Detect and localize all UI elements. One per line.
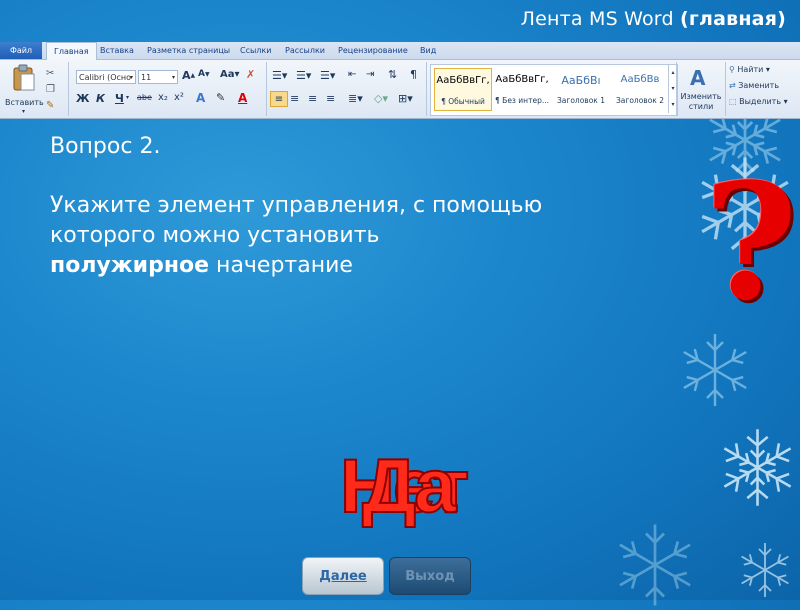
tab-file[interactable]: Файл <box>0 42 42 59</box>
tab-view[interactable]: Вид <box>420 42 436 59</box>
tab-mailings[interactable]: Рассылки <box>285 42 325 59</box>
cut-icon[interactable]: ✂ <box>46 68 54 79</box>
copy-icon[interactable]: ❐ <box>46 84 55 95</box>
change-styles-group: A Изменить стили <box>676 62 726 116</box>
style-name: ¶ Без интер... <box>495 96 549 105</box>
answer-yes: Да <box>361 444 457 529</box>
highlight-icon[interactable]: ✎ <box>216 91 225 104</box>
next-button[interactable]: Далее <box>302 557 384 595</box>
justify-icon[interactable]: ≡ <box>326 92 335 105</box>
font-name-combo[interactable]: Calibri (Осно ▾ <box>76 70 136 84</box>
align-center-icon[interactable]: ≡ <box>290 92 299 105</box>
decrease-indent-icon[interactable]: ⇤ <box>348 69 356 80</box>
tab-page-layout[interactable]: Разметка страницы <box>147 42 230 59</box>
style-name: Заголовок 1 <box>556 96 605 105</box>
editing-group: ⚲ Найти ▾ ⇄ Заменить ⬚ Выделить ▾ <box>726 62 800 116</box>
styles-gallery: АаБбВвГг, ¶ Обычный АаБбВвГг, ¶ Без инте… <box>430 64 678 116</box>
tab-insert[interactable]: Вставка <box>100 42 134 59</box>
replace-icon: ⇄ <box>729 81 736 90</box>
style-heading-2[interactable]: АаБбВв Заголовок 2 <box>611 68 669 111</box>
question-rest: начертание <box>209 253 353 278</box>
question-bold-word: полужирное <box>50 253 210 278</box>
snowflake-icon <box>737 543 793 598</box>
underline-button[interactable]: Ч <box>115 92 124 105</box>
grow-font-icon[interactable]: A ▲ <box>182 69 195 82</box>
multilevel-list-icon[interactable]: ☰▾ <box>320 69 335 82</box>
answer-feedback: Нет Да <box>339 444 470 529</box>
change-case-icon[interactable]: Aa▾ <box>220 69 240 80</box>
superscript-button[interactable]: x² <box>174 92 184 103</box>
text-effects-icon[interactable]: A <box>196 91 205 105</box>
style-name: ¶ Обычный <box>441 97 485 106</box>
style-no-spacing[interactable]: АаБбВвГг, ¶ Без интер... <box>493 68 551 111</box>
font-name-value: Calibri (Осно <box>79 73 132 82</box>
align-left-icon[interactable]: ≡ <box>270 91 288 107</box>
slide-title: Лента MS Word (главная) <box>521 8 786 30</box>
italic-button[interactable]: К <box>96 92 105 105</box>
chevron-down-icon: ▾ <box>129 74 133 81</box>
style-name: Заголовок 2 <box>615 96 664 105</box>
format-painter-icon[interactable]: ✎ <box>46 100 54 111</box>
paste-dropdown-icon[interactable]: ▾ <box>22 108 25 115</box>
clear-format-icon[interactable]: ✗ <box>246 68 255 81</box>
style-normal[interactable]: АаБбВвГг, ¶ Обычный <box>434 68 492 111</box>
tab-references[interactable]: Ссылки <box>240 42 271 59</box>
subscript-button[interactable]: x₂ <box>158 92 168 103</box>
style-sample: АаБбВв <box>620 74 660 85</box>
paragraph-group: ☰▾ ☰▾ ☰▾ ⇤ ⇥ ⇅ ¶ ≡ ≡ ≡ ≡ ≣▾ ◇▾ ⊞▾ <box>268 62 427 116</box>
font-size-combo[interactable]: 11 ▾ <box>138 70 178 84</box>
paste-icon[interactable] <box>12 64 36 92</box>
find-label: Найти <box>737 65 764 74</box>
bold-button[interactable]: Ж <box>76 92 89 105</box>
question-line-1: Укажите элемент управления, с помощью <box>50 193 543 218</box>
style-heading-1[interactable]: АаБбВı Заголовок 1 <box>552 68 610 111</box>
question-block: Вопрос 2. Укажите элемент управления, с … <box>50 132 740 281</box>
find-button[interactable]: ⚲ Найти ▾ <box>729 65 770 74</box>
word-ribbon: Файл Главная Вставка Разметка страницы С… <box>0 42 800 119</box>
find-icon: ⚲ <box>729 65 735 74</box>
question-line-3: полужирное начертание <box>50 251 740 281</box>
replace-label: Заменить <box>738 81 780 90</box>
font-group: Calibri (Осно ▾ 11 ▾ A ▲ A ▼ Aa▾ ✗ Ж К Ч ▾ a… <box>70 62 267 116</box>
ribbon-tabs: Файл Главная Вставка Разметка страницы С… <box>0 42 800 60</box>
change-styles-label[interactable]: Изменить стили <box>680 92 722 112</box>
snowflake-icon <box>678 334 752 408</box>
increase-indent-icon[interactable]: ⇥ <box>366 69 374 80</box>
chevron-down-icon[interactable]: ▾ <box>126 94 129 101</box>
font-color-icon[interactable]: A <box>238 91 247 105</box>
question-mark-icon: ? <box>704 148 798 336</box>
ribbon-groups: Вставить ▾ ✂ ❐ ✎ Calibri (Осно ▾ 11 ▾ A ▲ A… <box>0 60 800 118</box>
exit-button[interactable]: Выход <box>389 557 471 595</box>
tab-review[interactable]: Рецензирование <box>338 42 408 59</box>
strikethrough-button[interactable]: abe <box>137 93 152 102</box>
slide-title-text: Лента MS Word <box>520 8 674 30</box>
show-marks-icon[interactable]: ¶ <box>410 68 417 81</box>
paste-label[interactable]: Вставить <box>5 98 44 107</box>
replace-button[interactable]: ⇄ Заменить <box>729 81 779 90</box>
borders-icon[interactable]: ⊞▾ <box>398 92 413 105</box>
bullets-icon[interactable]: ☰▾ <box>272 69 287 82</box>
style-sample: АаБбВı <box>561 74 601 87</box>
numbering-icon[interactable]: ☰▾ <box>296 69 311 82</box>
align-right-icon[interactable]: ≡ <box>308 92 317 105</box>
font-size-value: 11 <box>141 73 152 82</box>
sort-icon[interactable]: ⇅ <box>388 68 397 81</box>
question-number: Вопрос 2. <box>50 134 161 159</box>
shrink-font-icon[interactable]: A ▼ <box>198 69 210 79</box>
snowflake-icon <box>614 524 696 607</box>
tab-home[interactable]: Главная <box>46 42 97 60</box>
line-spacing-icon[interactable]: ≣▾ <box>348 92 363 105</box>
style-sample: АаБбВвГг, <box>436 75 490 86</box>
select-label: Выделить <box>739 97 782 106</box>
slide-title-bold: (главная) <box>679 8 786 30</box>
question-line-2: которого можно установить <box>50 223 380 248</box>
clipboard-group: Вставить ▾ ✂ ❐ ✎ <box>0 62 69 116</box>
style-sample: АаБбВвГг, <box>495 74 549 85</box>
shading-icon[interactable]: ◇▾ <box>374 92 388 105</box>
snowflake-icon <box>717 429 798 508</box>
change-styles-icon[interactable]: A <box>690 66 705 90</box>
select-icon: ⬚ <box>729 97 737 106</box>
chevron-down-icon: ▾ <box>171 74 175 81</box>
select-button[interactable]: ⬚ Выделить ▾ <box>729 97 788 106</box>
